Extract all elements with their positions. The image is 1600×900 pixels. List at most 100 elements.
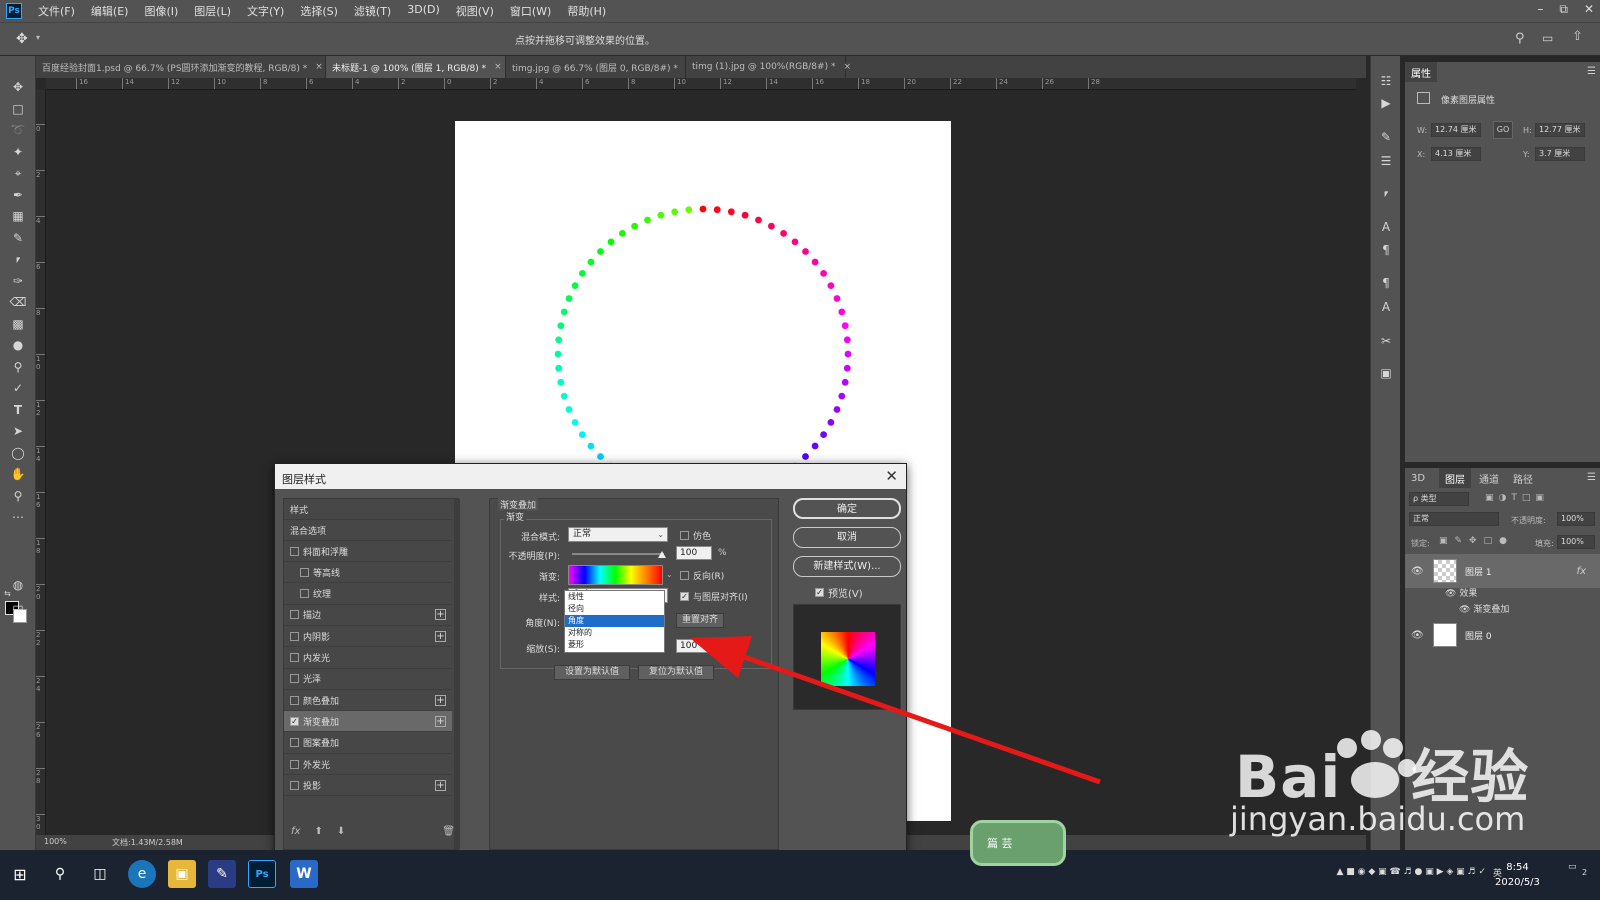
eraser-tool-icon[interactable]: ⌫ bbox=[8, 293, 28, 311]
style-item-10[interactable]: 外发光 bbox=[284, 754, 452, 775]
ok-button[interactable]: 确定 bbox=[793, 498, 901, 519]
style-item-2[interactable]: 纹理 bbox=[284, 584, 452, 605]
tab-document-1[interactable]: 百度经验封面1.psd @ 66.7% (PS圆环添加渐变的教程, RGB/8)… bbox=[36, 56, 326, 78]
blend-mode-select[interactable]: 正常 ⌄ bbox=[568, 527, 668, 542]
magic-wand-tool-icon[interactable]: ✦ bbox=[8, 143, 28, 161]
office-app-icon[interactable]: W bbox=[290, 860, 318, 888]
chevron-down-icon[interactable]: ⌄ bbox=[666, 570, 673, 579]
brush-panel-icon[interactable]: ✎ bbox=[1376, 128, 1396, 146]
chevron-down-icon[interactable]: ▾ bbox=[36, 33, 40, 42]
style-checkbox[interactable] bbox=[290, 780, 299, 790]
search-icon[interactable]: ⚲ bbox=[1515, 31, 1525, 46]
add-effect-icon[interactable]: + bbox=[435, 630, 446, 642]
blend-options-item[interactable]: 混合选项 bbox=[284, 520, 452, 541]
clone-source-icon[interactable]: ⎖ bbox=[1376, 184, 1396, 202]
menu-item-10[interactable]: 帮助(H) bbox=[559, 3, 614, 19]
close-icon[interactable]: × bbox=[494, 62, 502, 72]
menu-item-0[interactable]: 文件(F) bbox=[30, 3, 83, 19]
x-field[interactable]: 4.13 厘米 bbox=[1431, 147, 1481, 161]
gradient-tool-icon[interactable]: ▩ bbox=[8, 315, 28, 333]
style-list-scrollbar[interactable] bbox=[454, 499, 460, 849]
tab-document-2[interactable]: 未标题-1 @ 100% (图层 1, RGB/8) * × bbox=[326, 56, 506, 78]
menu-item-2[interactable]: 图像(I) bbox=[136, 3, 186, 19]
menu-item-4[interactable]: 文字(Y) bbox=[239, 3, 292, 19]
reverse-checkbox[interactable]: 反向(R) bbox=[680, 569, 724, 582]
screen-mode-icon[interactable]: ▭ bbox=[8, 598, 28, 616]
reset-default-button[interactable]: 复位为默认值 bbox=[638, 665, 714, 680]
link-icon[interactable]: GO bbox=[1493, 121, 1513, 139]
layer-row-1[interactable]: 👁 图层 1 fx bbox=[1405, 554, 1600, 588]
move-tool-icon[interactable]: ✥ bbox=[8, 78, 28, 96]
scale-input[interactable]: 100 bbox=[676, 639, 712, 653]
menu-item-7[interactable]: 3D(D) bbox=[399, 3, 448, 19]
gradient-overlay-effect-row[interactable]: 👁 渐变叠加 bbox=[1459, 602, 1509, 615]
fx-icon[interactable]: fx bbox=[291, 826, 300, 837]
zoom-tool-icon[interactable]: ⚲ bbox=[8, 487, 28, 505]
cancel-button[interactable]: 取消 bbox=[793, 527, 901, 548]
panel-menu-icon[interactable]: ☰ bbox=[1587, 66, 1596, 77]
character-panel-icon[interactable]: A bbox=[1376, 218, 1396, 236]
pen-tool-icon[interactable]: ✓ bbox=[8, 379, 28, 397]
type-tool-icon[interactable]: T bbox=[8, 401, 28, 419]
layer-filter-field[interactable]: ρ 类型 bbox=[1409, 492, 1469, 506]
visibility-eye-icon[interactable]: 👁 bbox=[1445, 589, 1456, 599]
close-icon[interactable]: ✕ bbox=[1584, 2, 1594, 17]
add-effect-icon[interactable]: + bbox=[435, 715, 446, 727]
path-select-icon[interactable]: ➤ bbox=[8, 422, 28, 440]
paragraph-panel-icon[interactable]: ¶ bbox=[1376, 241, 1396, 259]
opacity-slider[interactable] bbox=[572, 553, 664, 555]
filter-icons[interactable]: ▣◑T□▣ bbox=[1485, 493, 1549, 503]
ellipse-tool-icon[interactable]: ◯ bbox=[8, 444, 28, 462]
restore-icon[interactable]: ⧉ bbox=[1559, 2, 1568, 17]
more-tools-icon[interactable]: ⋯ bbox=[8, 508, 28, 526]
history-panel-icon[interactable]: ☷ bbox=[1376, 72, 1396, 90]
add-effect-icon[interactable]: + bbox=[435, 694, 446, 706]
visibility-eye-icon[interactable]: 👁 bbox=[1459, 605, 1470, 615]
effects-row[interactable]: 👁 效果 bbox=[1445, 586, 1477, 599]
menu-item-8[interactable]: 视图(V) bbox=[448, 3, 502, 19]
style-option-0[interactable]: 线性 bbox=[565, 591, 664, 603]
app-icon[interactable]: ✎ bbox=[208, 860, 236, 888]
reset-alignment-button[interactable]: 重置对齐 bbox=[676, 613, 724, 628]
style-item-7[interactable]: 颜色叠加 + bbox=[284, 690, 452, 712]
style-item-3[interactable]: 描边 + bbox=[284, 605, 452, 626]
eyedropper-tool-icon[interactable]: ✒ bbox=[8, 186, 28, 204]
visibility-eye-icon[interactable]: 👁 bbox=[1411, 630, 1425, 641]
style-checkbox[interactable] bbox=[290, 738, 299, 748]
style-item-9[interactable]: 图案叠加 bbox=[284, 733, 452, 754]
style-checkbox[interactable] bbox=[300, 589, 309, 599]
tab-document-4[interactable]: timg (1).jpg @ 100%(RGB/8#) * × bbox=[686, 56, 851, 78]
trash-icon[interactable]: 🗑 bbox=[442, 826, 455, 837]
align-with-layer-checkbox[interactable]: ✓ 与图层对齐(I) bbox=[680, 590, 748, 603]
close-icon[interactable]: × bbox=[843, 62, 851, 72]
set-default-button[interactable]: 设置为默认值 bbox=[554, 665, 630, 680]
preview-checkbox[interactable]: ✓ 预览(V) bbox=[815, 585, 863, 600]
share-icon[interactable]: ⇧ bbox=[1572, 29, 1583, 44]
hand-tool-icon[interactable]: ✋ bbox=[8, 465, 28, 483]
frame-tool-icon[interactable]: ▦ bbox=[8, 207, 28, 225]
panel-menu-icon[interactable]: ☰ bbox=[1587, 472, 1596, 483]
layer-opacity-field[interactable]: 100% bbox=[1557, 512, 1595, 526]
style-checkbox[interactable] bbox=[290, 631, 299, 641]
style-option-1[interactable]: 径向 bbox=[565, 603, 664, 615]
dither-checkbox[interactable]: 仿色 bbox=[680, 529, 711, 542]
browser-icon[interactable]: e bbox=[128, 860, 156, 888]
style-item-8[interactable]: ✓ 渐变叠加 + bbox=[284, 711, 452, 733]
tab-1[interactable]: 图层 bbox=[1439, 468, 1471, 488]
style-option-3[interactable]: 对称的 bbox=[565, 627, 664, 639]
dodge-tool-icon[interactable]: ⚲ bbox=[8, 358, 28, 376]
marquee-tool-icon[interactable]: □ bbox=[8, 100, 28, 118]
opacity-slider-handle[interactable] bbox=[658, 551, 666, 558]
menu-item-3[interactable]: 图层(L) bbox=[186, 3, 239, 19]
add-effect-icon[interactable]: + bbox=[435, 779, 446, 791]
add-effect-icon[interactable]: + bbox=[435, 609, 446, 621]
actions-panel-icon[interactable]: ▶ bbox=[1376, 94, 1396, 112]
tab-document-3[interactable]: timg.jpg @ 66.7% (图层 0, RGB/8#) *× bbox=[506, 56, 693, 78]
gradient-swatch[interactable] bbox=[568, 565, 663, 585]
character-style-icon[interactable]: A bbox=[1376, 298, 1396, 316]
history-brush-icon[interactable]: ✑ bbox=[8, 272, 28, 290]
crop-tool-icon[interactable]: ⌖ bbox=[8, 164, 28, 182]
menu-item-6[interactable]: 滤镜(T) bbox=[346, 3, 399, 19]
lock-icons[interactable]: ▣✎✥□● bbox=[1439, 536, 1514, 546]
move-tool-icon[interactable]: ✥ bbox=[16, 31, 28, 47]
